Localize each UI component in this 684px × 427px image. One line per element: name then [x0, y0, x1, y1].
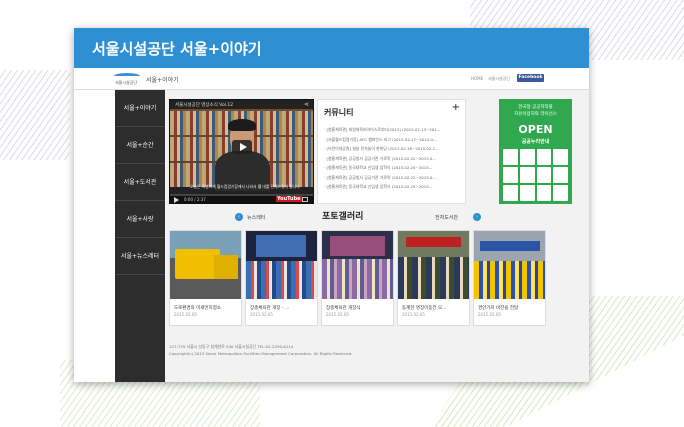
- license-icon: [519, 149, 535, 165]
- decor-hatch-left: [0, 70, 70, 160]
- sidebar: 서울+이야기 서울+순간 서울+도서관 서울+사랑 서울+뉴스레터: [115, 90, 165, 382]
- breadcrumb-site[interactable]: 서울시설공단: [488, 76, 510, 82]
- photo-image: [474, 231, 545, 299]
- video-player[interactable]: 서울시설공단 영상소식 Vol.12 ⋖ 오늘은 특별하게 월드컵경기장에서 나…: [169, 99, 314, 204]
- community-item[interactable]: · [첨홍체육관] 공공청사 공공기관 가로막 (2015.02.22~2015…: [324, 154, 440, 164]
- photo-date: 2015.02.05: [402, 312, 425, 317]
- video-controls: 0:00 / 2:37 YouTube: [170, 194, 313, 203]
- community-panel: 커뮤니티 + · [첨홍체육관] 회원체육비아이스로부터(2015) (2015…: [317, 99, 466, 204]
- footer-address: 127-739 서울시 성동구 청계천로 540 서울시설공단 TEL:02-2…: [169, 344, 294, 349]
- photo-date: 2015.02.05: [250, 312, 273, 317]
- community-item[interactable]: · [어린이대공원] 설날 민속놀이 한마당 (2015.02.18~2015.…: [324, 144, 440, 154]
- community-item[interactable]: · [서울월드컵경기장] AFC 챔피언스 리그 (2015.02.17~201…: [324, 135, 440, 145]
- photo-date: 2015.02.05: [478, 312, 501, 317]
- sidebar-item-moment[interactable]: 서울+순간: [115, 127, 165, 164]
- license-icon: [553, 185, 568, 201]
- photo-image: [170, 231, 241, 299]
- photo-caption: 도로환경의 미세먼지청소: [174, 306, 221, 311]
- open-license-banner[interactable]: 한국형 공공저작물 자유이용허락 라이선스 OPEN 공공누리안내: [499, 99, 572, 204]
- license-icons-grid: [503, 149, 568, 201]
- video-subtitle: 오늘은 특별하게 월드컵경기장에서 나와서 웰 대를 전해드릴까 합니다: [190, 184, 300, 189]
- site-logo[interactable]: 서울시설공단: [114, 73, 140, 85]
- photo-caption: 장충체육관 개장식: [326, 306, 361, 311]
- control-play-icon[interactable]: [174, 197, 179, 203]
- site-name[interactable]: 서울+이야기: [146, 75, 179, 84]
- play-icon: [240, 143, 247, 151]
- license-icon: [553, 167, 568, 183]
- title-bar: 서울시설공단 서울+이야기: [74, 28, 589, 68]
- license-icon: [536, 149, 552, 165]
- photo-caption: 장충체육관 개장 - ...: [250, 306, 290, 311]
- license-icon: [503, 167, 518, 183]
- gallery-prev-link[interactable]: 뉴스레터: [247, 214, 265, 221]
- youtube-label: YouTube: [276, 196, 302, 202]
- fullscreen-icon[interactable]: [302, 197, 308, 202]
- community-item[interactable]: · [첨홍체육관] 회원체육비아이스로부터(2015) (2015.02.13~…: [324, 125, 440, 135]
- license-icon: [519, 185, 535, 201]
- community-list: · [첨홍체육관] 회원체육비아이스로부터(2015) (2015.02.13~…: [324, 125, 440, 192]
- video-title: 서울시설공단 영상소식 Vol.12: [175, 103, 234, 108]
- community-title: 커뮤니티: [324, 108, 354, 117]
- license-icon: [519, 167, 535, 183]
- community-item[interactable]: · [첨홍체육관] 동국대학교 신입생 입학식 (2015.02.25~2015…: [324, 163, 440, 173]
- license-icon: [503, 149, 518, 165]
- photo-date: 2015.02.05: [326, 312, 349, 317]
- logo-text: 서울시설공단: [115, 80, 138, 85]
- photo-caption: 경인가치 비전을 전달: [478, 306, 519, 311]
- photo-card[interactable]: 경인가치 비전을 전달 2015.02.05: [473, 230, 546, 326]
- share-icon[interactable]: ⋖: [304, 101, 309, 108]
- license-icon: [553, 149, 568, 165]
- logo-wave-icon: [114, 73, 140, 79]
- photo-date: 2015.02.05: [174, 312, 197, 317]
- photo-card[interactable]: 장충체육관 개장 - ... 2015.02.05: [245, 230, 318, 326]
- footer-copyright: Copyright(c) 2015 Seoul Metropolitan Fac…: [169, 351, 353, 356]
- banner-sub: 공공누리안내: [521, 139, 550, 145]
- license-icon: [536, 167, 552, 183]
- banner-open: OPEN: [518, 123, 553, 136]
- photo-image: [398, 231, 469, 299]
- app-window: 서울시설공단 서울+이야기 서울시설공단 서울+이야기 HOME 서울시설공단 …: [74, 28, 589, 382]
- chevron-right-icon[interactable]: ›: [473, 213, 481, 221]
- top-nav: 서울시설공단 서울+이야기 HOME 서울시설공단 Facebook: [74, 68, 589, 90]
- video-time: 0:00 / 2:37: [184, 197, 206, 202]
- photo-image: [322, 231, 393, 299]
- community-item[interactable]: · [첨홍체육관] 공공청사 공공기관 가로막 (2015.02.22~2015…: [324, 173, 440, 183]
- photo-image: [246, 231, 317, 299]
- page-title: 서울시설공단 서울+이야기: [92, 39, 262, 58]
- more-plus-icon[interactable]: +: [452, 102, 460, 113]
- community-item[interactable]: · [첨홍체육관] 동국대학교 신입생 입학식 (2015.02.25~2015…: [324, 182, 440, 192]
- photo-caption: 동계한 명장이동전 모...: [402, 306, 447, 311]
- banner-line1: 한국형 공공저작물: [518, 105, 553, 110]
- footer: 127-739 서울시 성동구 청계천로 540 서울시설공단 TEL:02-2…: [169, 343, 353, 357]
- sidebar-item-story[interactable]: 서울+이야기: [115, 90, 165, 127]
- breadcrumb-home[interactable]: HOME: [471, 76, 483, 81]
- sidebar-item-newsletter[interactable]: 서울+뉴스레터: [115, 238, 165, 275]
- sidebar-item-library[interactable]: 서울+도서관: [115, 164, 165, 201]
- photo-card[interactable]: 도로환경의 미세먼지청소 2015.02.05: [169, 230, 242, 326]
- license-icon: [503, 185, 518, 201]
- gallery-next-link[interactable]: 전자도서관: [435, 214, 458, 221]
- chevron-left-icon[interactable]: ‹: [235, 213, 243, 221]
- license-icon: [536, 185, 552, 201]
- photo-card[interactable]: 장충체육관 개장식 2015.02.05: [321, 230, 394, 326]
- sidebar-item-love[interactable]: 서울+사랑: [115, 201, 165, 238]
- banner-line2: 자유이용허락 라이선스: [514, 112, 557, 117]
- stage: 서울시설공단 서울+이야기 서울시설공단 서울+이야기 HOME 서울시설공단 …: [0, 0, 684, 427]
- gallery-title: 포토갤러리: [322, 212, 364, 222]
- photo-card[interactable]: 동계한 명장이동전 모... 2015.02.05: [397, 230, 470, 326]
- youtube-logo[interactable]: YouTube: [276, 196, 302, 202]
- main-content: 서울시설공단 영상소식 Vol.12 ⋖ 오늘은 특별하게 월드컵경기장에서 나…: [165, 90, 589, 382]
- facebook-button[interactable]: Facebook: [517, 74, 544, 82]
